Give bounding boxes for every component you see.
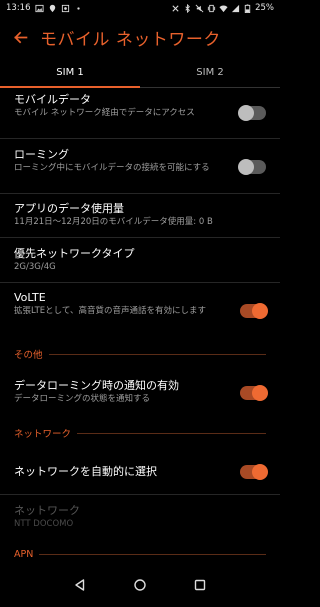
- roaming-notification-toggle[interactable]: [240, 385, 268, 401]
- setting-roaming-notification[interactable]: データローミング時の通知の有効 データローミングの状態を通知する: [0, 379, 280, 406]
- signal-icon: [231, 4, 240, 13]
- sim-tabs: SIM 1 SIM 2: [0, 58, 280, 88]
- volte-toggle[interactable]: [240, 303, 268, 319]
- nav-home-button[interactable]: [128, 573, 152, 597]
- dot-icon: [74, 4, 83, 13]
- square-recents-icon: [194, 579, 206, 591]
- location-icon: [48, 4, 57, 13]
- setting-subtitle: NTT DOCOMO: [14, 519, 74, 529]
- divider: [0, 494, 280, 495]
- wifi-icon: [219, 4, 228, 13]
- setting-title: ネットワークを自動的に選択: [14, 465, 157, 478]
- gallery-icon: [34, 4, 44, 13]
- divider: [0, 193, 280, 194]
- setting-volte[interactable]: VoLTE 拡張LTEとして、高音質の音声通話を有効にします: [0, 291, 280, 319]
- section-header-other: その他: [14, 347, 266, 361]
- vibrate-icon: [207, 4, 216, 13]
- system-nav-bar: [0, 563, 280, 607]
- photo-icon: [61, 4, 70, 13]
- setting-subtitle: 拡張LTEとして、高音質の音声通話を有効にします: [14, 306, 206, 316]
- setting-subtitle: 2G/3G/4G: [14, 262, 56, 272]
- triangle-back-icon: [75, 579, 85, 591]
- battery-icon: [243, 3, 252, 13]
- setting-title: ネットワーク: [14, 504, 80, 517]
- bluetooth-icon: [183, 3, 192, 13]
- mobile-data-toggle[interactable]: [238, 105, 266, 121]
- setting-title: モバイルデータ: [14, 93, 91, 106]
- setting-subtitle: データローミングの状態を通知する: [14, 394, 151, 404]
- arrow-left-icon: [13, 31, 27, 43]
- auto-select-network-toggle[interactable]: [240, 464, 268, 480]
- section-header-network: ネットワーク: [14, 426, 266, 440]
- setting-subtitle: モバイル ネットワーク経由でデータにアクセス: [14, 108, 195, 118]
- page-title: モバイル ネットワーク: [40, 29, 221, 50]
- divider: [0, 237, 280, 238]
- setting-title: 優先ネットワークタイプ: [14, 247, 135, 260]
- setting-preferred-network-type[interactable]: 優先ネットワークタイプ 2G/3G/4G: [0, 247, 280, 274]
- setting-title: データローミング時の通知の有効: [14, 379, 179, 392]
- setting-title: ローミング: [14, 148, 69, 161]
- nav-back-button[interactable]: [68, 573, 92, 597]
- setting-app-data-usage[interactable]: アプリのデータ使用量 11月21日〜12月20日のモバイルデータ使用量: 0 B: [0, 202, 280, 229]
- setting-roaming[interactable]: ローミング ローミング中にモバイルデータの接続を可能にする: [0, 148, 280, 175]
- mute-icon: [195, 4, 204, 13]
- nav-recents-button[interactable]: [188, 573, 212, 597]
- setting-subtitle: 11月21日〜12月20日のモバイルデータ使用量: 0 B: [14, 217, 213, 227]
- status-time: 13:16: [6, 3, 31, 13]
- setting-title: VoLTE: [14, 291, 46, 304]
- close-x-icon: [171, 4, 180, 13]
- tab-sim-2[interactable]: SIM 2: [140, 58, 280, 87]
- setting-subtitle: ローミング中にモバイルデータの接続を可能にする: [14, 163, 210, 173]
- setting-title: アプリのデータ使用量: [14, 202, 124, 215]
- section-header-apn: APN: [14, 549, 266, 560]
- roaming-toggle[interactable]: [238, 159, 266, 175]
- divider: [0, 138, 280, 139]
- status-bar: 13:16 25%: [0, 0, 280, 16]
- divider: [0, 282, 280, 283]
- setting-network: ネットワーク NTT DOCOMO: [0, 504, 280, 531]
- setting-mobile-data[interactable]: モバイルデータ モバイル ネットワーク経由でデータにアクセス: [0, 93, 280, 121]
- circle-home-icon: [134, 579, 146, 591]
- back-button[interactable]: [0, 17, 40, 57]
- app-bar: モバイル ネットワーク: [0, 16, 280, 58]
- battery-percent: 25%: [255, 3, 274, 13]
- setting-auto-select-network[interactable]: ネットワークを自動的に選択: [0, 464, 280, 480]
- tab-sim-1[interactable]: SIM 1: [0, 58, 140, 88]
